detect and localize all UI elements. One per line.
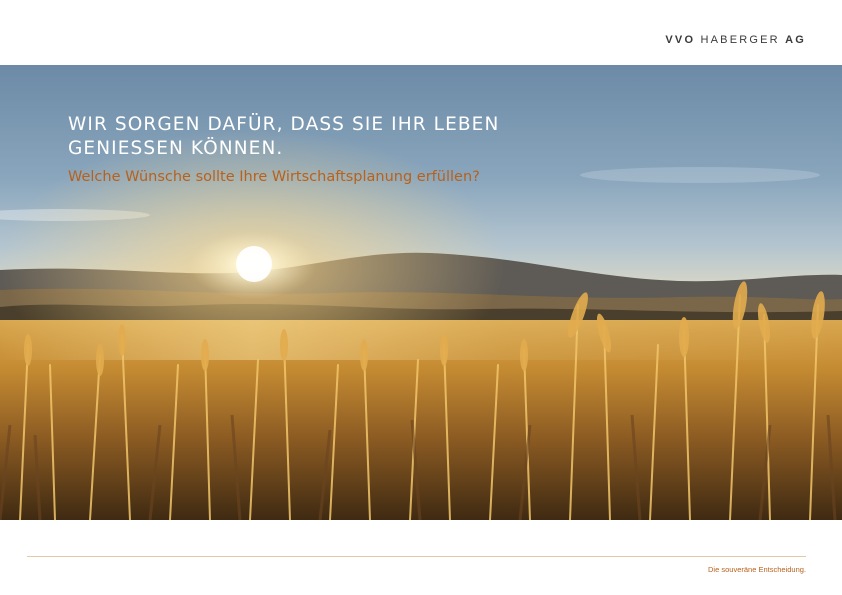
footer-divider bbox=[27, 556, 806, 557]
logo-text-vvo: VVO bbox=[665, 34, 696, 46]
hero-image-wheat-field: WIR SORGEN DAFÜR, DASS SIE IHR LEBEN GEN… bbox=[0, 65, 842, 520]
logo-text-haberger: HABERGER bbox=[700, 34, 780, 46]
footer-slogan: Die souveräne Entscheidung. bbox=[708, 565, 806, 574]
hero-headline: WIR SORGEN DAFÜR, DASS SIE IHR LEBEN GEN… bbox=[68, 113, 588, 161]
company-logo: VVO HABERGER AG bbox=[665, 34, 806, 46]
hero-headline-line-2: GENIESSEN KÖNNEN. bbox=[68, 138, 284, 159]
hero-headline-line-1: WIR SORGEN DAFÜR, DASS SIE IHR LEBEN bbox=[68, 114, 500, 135]
hero-subline: Welche Wünsche sollte Ihre Wirtschaftspl… bbox=[68, 169, 480, 185]
logo-text-ag: AG bbox=[785, 34, 806, 46]
